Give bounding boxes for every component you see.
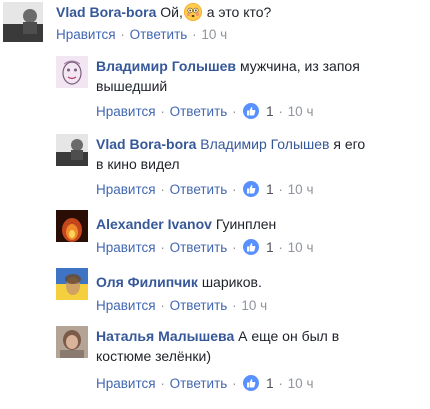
comment-actions: Нравится · Ответить · 1 · 10 ч [96,102,313,122]
avatar[interactable] [56,326,88,358]
avatar[interactable] [56,210,88,242]
separator: · [160,240,165,255]
timestamp[interactable]: 10 ч [288,240,314,255]
comment-text: шариков. [201,274,262,290]
timestamp[interactable]: 10 ч [241,298,267,313]
comment-text: А еще он был в [238,328,340,344]
reply-button[interactable]: Ответить [170,298,228,313]
separator: · [278,104,283,119]
like-count[interactable]: 1 [266,182,274,197]
reply-button[interactable]: Ответить [170,376,228,391]
flushed-face-icon [183,3,202,21]
reply-comment-1: Владимир Голышев мужчина, из запоя вышед… [0,50,430,126]
separator: · [278,376,283,391]
timestamp[interactable]: 10 ч [288,182,314,197]
like-button[interactable]: Нравится [96,182,156,197]
comment-body: Vlad Bora-bora Владимир Голышев я его в … [96,134,416,174]
like-reaction-icon[interactable] [243,181,260,197]
comment-author[interactable]: Alexander Ivanov [96,216,212,232]
comment-body: Оля Филипчик шариков. [96,272,416,292]
comment-author[interactable]: Vlad Bora-bora [56,4,156,20]
avatar-photo-icon [56,56,88,88]
like-button[interactable]: Нравится [96,298,156,313]
comment-text: Ой, [160,4,183,20]
separator: · [160,376,165,391]
reply-button[interactable]: Ответить [170,240,228,255]
comment-text: мужчина, из запоя [239,58,360,74]
comment-author[interactable]: Vlad Bora-bora [96,136,196,152]
like-count[interactable]: 1 [266,104,274,119]
comment-actions: Нравится · Ответить · 1 · 10 ч [96,180,313,200]
reply-comment-5: Наталья Малышева А еще он был в костюме … [0,320,430,400]
comment-body: Alexander Ivanov Гуинплен [96,214,416,234]
reply-button[interactable]: Ответить [170,182,228,197]
avatar-photo-icon [56,134,88,166]
comment-0: Vlad Bora-bora Ой, а это кто? Нравится ·… [0,0,430,50]
like-reaction-icon[interactable] [243,239,260,255]
comment-text: в кино видел [96,156,180,172]
comment-author[interactable]: Наталья Малышева [96,328,234,344]
like-reaction-icon[interactable] [243,375,260,391]
separator: · [232,104,237,119]
comment-text: костюме зелёнки) [96,348,212,364]
reply-button[interactable]: Ответить [170,104,228,119]
separator: · [278,182,283,197]
comment-actions: Нравится · Ответить · 10 ч [56,25,227,45]
like-reaction-icon[interactable] [243,103,260,119]
like-button[interactable]: Нравится [96,104,156,119]
reply-comment-4: Оля Филипчик шариков. Нравится · Ответит… [0,262,430,318]
reply-comment-2: Vlad Bora-bora Владимир Голышев я его в … [0,126,430,204]
avatar-photo-icon [56,268,88,300]
comment-author[interactable]: Оля Филипчик [96,274,198,290]
mention-link[interactable]: Владимир Голышев [200,136,329,152]
comment-text: я его [333,136,366,152]
comment-text: вышедший [96,78,168,94]
reply-comment-3: Alexander Ivanov Гуинплен Нравится · Отв… [0,204,430,260]
like-button[interactable]: Нравится [96,376,156,391]
timestamp[interactable]: 10 ч [288,104,314,119]
timestamp[interactable]: 10 ч [201,27,227,42]
like-count[interactable]: 1 [266,240,274,255]
separator: · [232,298,237,313]
reply-button[interactable]: Ответить [130,27,188,42]
like-count[interactable]: 1 [266,376,274,391]
comment-body: Наталья Малышева А еще он был в костюме … [96,326,416,366]
comment-body: Vlad Bora-bora Ой, а это кто? [56,2,271,22]
separator: · [120,27,125,42]
comment-actions: Нравится · Ответить · 10 ч [96,296,267,316]
avatar[interactable] [3,2,43,42]
separator: · [278,240,283,255]
comment-author[interactable]: Владимир Голышев [96,58,236,74]
like-button[interactable]: Нравится [56,27,116,42]
comment-body: Владимир Голышев мужчина, из запоя вышед… [96,56,416,96]
separator: · [160,182,165,197]
timestamp[interactable]: 10 ч [288,376,314,391]
comment-actions: Нравится · Ответить · 1 · 10 ч [96,238,313,258]
comment-actions: Нравится · Ответить · 1 · 10 ч [96,374,313,394]
avatar[interactable] [56,134,88,166]
separator: · [232,376,237,391]
avatar-photo-icon [3,2,43,42]
avatar[interactable] [56,56,88,88]
separator: · [232,182,237,197]
comment-text: Гуинплен [215,216,277,232]
avatar-photo-icon [56,210,88,242]
separator: · [160,104,165,119]
separator: · [232,240,237,255]
avatar[interactable] [56,268,88,300]
separator: · [192,27,197,42]
comment-text: а это кто? [206,4,272,20]
separator: · [160,298,165,313]
like-button[interactable]: Нравится [96,240,156,255]
avatar-photo-icon [56,326,88,358]
